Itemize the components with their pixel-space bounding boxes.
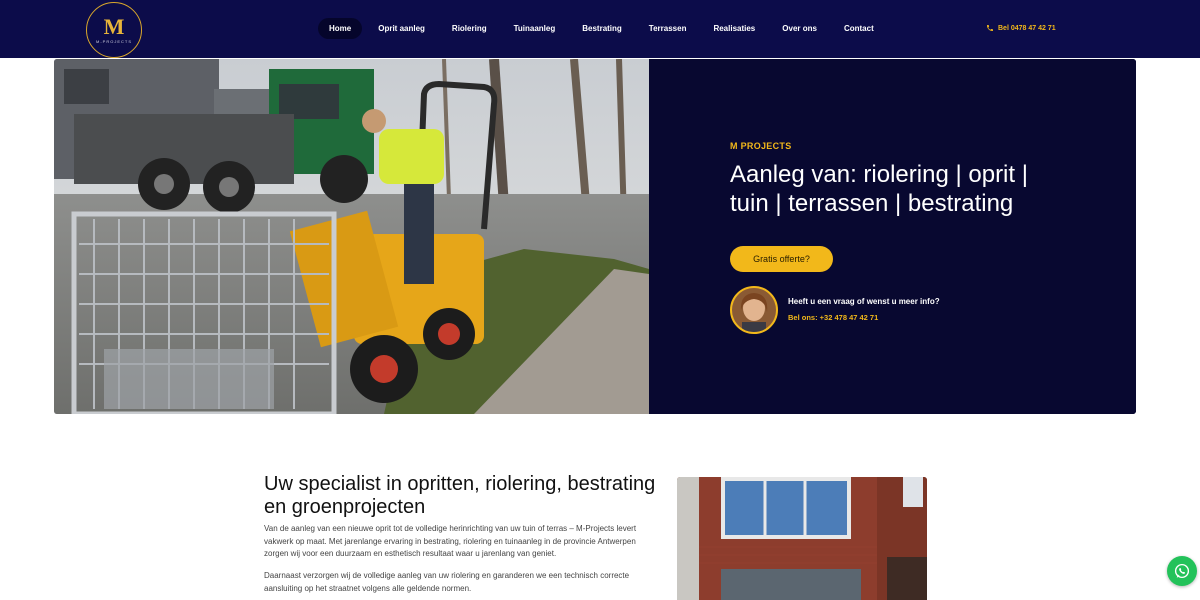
whatsapp-button[interactable] [1167,556,1197,586]
nav-terrassen[interactable]: Terrassen [638,18,698,39]
hero-photo-excavator [54,59,649,414]
main-nav: Home Oprit aanleg Riolering Tuinaanleg B… [318,18,890,39]
nav-over-ons[interactable]: Over ons [771,18,828,39]
header-phone-link[interactable]: Bel 0478 47 42 71 [986,24,1056,32]
header-phone-label: Bel 0478 47 42 71 [998,24,1056,32]
page: M M-PROJECTS Home Oprit aanleg Riolering… [0,0,1200,600]
contact-avatar [730,286,778,334]
nav-realisaties[interactable]: Realisaties [702,18,766,39]
nav-oprit-aanleg[interactable]: Oprit aanleg [367,18,436,39]
logo[interactable]: M M-PROJECTS [86,2,142,58]
hero-section: M PROJECTS Aanleg van: riolering | oprit… [54,59,1136,414]
hero-text-panel: M PROJECTS Aanleg van: riolering | oprit… [649,59,1136,414]
contact-question: Heeft u een vraag of wenst u meer info? [788,297,940,306]
nav-riolering[interactable]: Riolering [441,18,498,39]
contact-portrait [732,288,776,332]
phone-icon [987,25,993,31]
intro-title: Uw specialist in opritten, riolering, be… [264,473,656,518]
contact-call-link[interactable]: Bel ons: +32 478 47 42 71 [788,313,878,322]
hero-title: Aanleg van: riolering | oprit | tuin | t… [730,161,1028,217]
free-quote-button[interactable]: Gratis offerte? [730,246,833,272]
nav-tuinaanleg[interactable]: Tuinaanleg [503,18,567,39]
hero-eyebrow: M PROJECTS [730,141,792,151]
nav-contact[interactable]: Contact [833,18,885,39]
site-header: M M-PROJECTS Home Oprit aanleg Riolering… [0,0,1200,58]
logo-text: M-PROJECTS [96,38,132,44]
whatsapp-icon [1174,563,1190,579]
building-photo [677,477,927,600]
logo-mark: M [103,13,125,39]
intro-paragraph-2: Daarnaast verzorgen wij de volledige aan… [264,571,630,593]
nav-home[interactable]: Home [318,18,363,39]
nav-bestrating[interactable]: Bestrating [571,18,633,39]
intro-paragraph-1: Van de aanleg van een nieuwe oprit tot d… [264,524,637,558]
